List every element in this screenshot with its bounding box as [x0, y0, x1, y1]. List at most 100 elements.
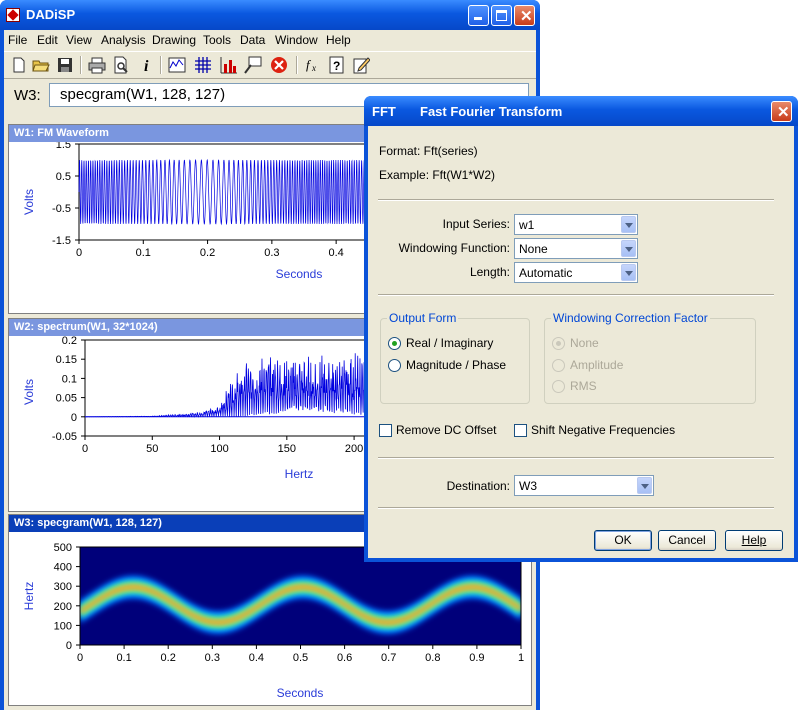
new-file-icon[interactable]	[10, 56, 28, 74]
menu-data[interactable]: Data	[240, 33, 265, 47]
w3-ytick-label: 400	[54, 562, 72, 574]
input-series-select[interactable]: w1	[514, 214, 638, 235]
chevron-down-icon[interactable]	[621, 240, 636, 257]
annotation-icon[interactable]	[244, 56, 262, 74]
w3-ytick-label: 300	[54, 581, 72, 593]
bar-chart-icon[interactable]	[220, 56, 238, 74]
radio-real-imaginary[interactable]	[388, 337, 401, 350]
menu-window[interactable]: Window	[275, 33, 318, 47]
print-preview-icon[interactable]	[112, 56, 130, 74]
cancel-button[interactable]: Cancel	[658, 530, 716, 551]
save-icon[interactable]	[56, 56, 74, 74]
w2-xtick-label: 150	[278, 443, 296, 455]
fft-dialog-titlebar[interactable]: FFT Fast Fourier Transform ✕	[364, 96, 798, 126]
w2-ytick-label: 0.15	[56, 354, 77, 366]
destination-select[interactable]: W3	[514, 475, 654, 496]
w2-xtick-label: 50	[146, 443, 158, 455]
toolbar: i fx ?	[4, 51, 536, 79]
divider	[378, 294, 774, 296]
length-select[interactable]: Automatic	[514, 262, 638, 283]
menu-view[interactable]: View	[66, 33, 92, 47]
example-text: Example: Fft(W1*W2)	[379, 168, 496, 182]
menubar: File Edit View Analysis Drawing Tools Da…	[4, 30, 536, 50]
shift-negative-checkbox[interactable]	[514, 424, 527, 437]
svg-text:x: x	[311, 63, 316, 73]
dialog-short-title: FFT	[372, 104, 396, 119]
help-icon[interactable]: ?	[328, 56, 346, 74]
w3-xtick-label: 0.6	[337, 652, 352, 664]
correction-amplitude-label[interactable]: Amplitude	[570, 358, 623, 372]
w2-xlabel: Hertz	[285, 467, 314, 481]
edit-document-icon[interactable]	[352, 56, 370, 74]
w3-ylabel: Hertz	[22, 582, 36, 611]
chevron-down-icon[interactable]	[637, 477, 652, 494]
correction-rms-label[interactable]: RMS	[570, 379, 597, 393]
real-imaginary-label[interactable]: Real / Imaginary	[406, 336, 493, 350]
menu-drawing[interactable]: Drawing	[152, 33, 196, 47]
w2-ytick-label: -0.05	[52, 431, 77, 443]
radio-correction-none[interactable]	[552, 337, 565, 350]
info-icon[interactable]: i	[138, 56, 156, 74]
w1-xtick-label: 0.1	[136, 247, 151, 259]
close-button[interactable]: ✕	[514, 5, 535, 26]
main-titlebar[interactable]: DADiSP ✕	[0, 0, 540, 30]
w2-xtick-label: 200	[345, 443, 363, 455]
w1-xtick-label: 0.2	[200, 247, 215, 259]
w3-xlabel: Seconds	[277, 686, 324, 700]
dadisp-logo-icon	[6, 8, 20, 22]
divider	[378, 507, 774, 509]
dialog-close-button[interactable]: ✕	[771, 101, 792, 122]
maximize-button[interactable]	[491, 5, 512, 26]
w3-xtick-label: 0	[77, 652, 83, 664]
plot-window-icon[interactable]	[168, 56, 186, 74]
w3-ytick-label: 0	[66, 640, 72, 652]
chevron-down-icon[interactable]	[621, 216, 636, 233]
grid-icon[interactable]	[194, 56, 212, 74]
divider	[378, 457, 774, 459]
remove-dc-checkbox[interactable]	[379, 424, 392, 437]
radio-correction-amplitude[interactable]	[552, 359, 565, 372]
w3-ytick-label: 100	[54, 620, 72, 632]
print-icon[interactable]	[88, 56, 106, 74]
w3-xtick-label: 0.1	[116, 652, 131, 664]
windowing-function-select[interactable]: None	[514, 238, 638, 259]
minimize-button[interactable]	[468, 5, 489, 26]
w3-ytick-label: 200	[54, 601, 72, 613]
shift-negative-label[interactable]: Shift Negative Frequencies	[531, 423, 675, 437]
w2-ytick-label: 0.05	[56, 393, 77, 405]
open-folder-icon[interactable]	[32, 56, 50, 74]
w1-ytick-label: 1.5	[56, 142, 71, 151]
correction-factor-label: Windowing Correction Factor	[551, 311, 710, 325]
w2-xtick-label: 0	[82, 443, 88, 455]
w3-xtick-label: 0.8	[425, 652, 440, 664]
menu-edit[interactable]: Edit	[37, 33, 58, 47]
w2-ylabel: Volts	[22, 379, 36, 405]
command-label: W3:	[14, 87, 41, 104]
w1-ytick-label: 0.5	[56, 171, 71, 183]
menu-analysis[interactable]: Analysis	[101, 33, 146, 47]
correction-none-label[interactable]: None	[570, 336, 599, 350]
w3-xtick-label: 0.7	[381, 652, 396, 664]
destination-value: W3	[519, 479, 537, 493]
menu-tools[interactable]: Tools	[203, 33, 231, 47]
radio-correction-rms[interactable]	[552, 380, 565, 393]
radio-magnitude-phase[interactable]	[388, 359, 401, 372]
ok-button[interactable]: OK	[594, 530, 652, 551]
help-button[interactable]: Help	[725, 530, 783, 551]
remove-dc-label[interactable]: Remove DC Offset	[396, 423, 496, 437]
w2-ytick-label: 0.1	[62, 373, 77, 385]
destination-label: Destination:	[446, 479, 510, 493]
stop-icon[interactable]	[270, 56, 288, 74]
menu-file[interactable]: File	[8, 33, 27, 47]
w1-xtick-label: 0.3	[264, 247, 279, 259]
toolbar-separator	[160, 56, 162, 74]
w1-ytick-label: -0.5	[52, 203, 71, 215]
w1-xtick-label: 0	[76, 247, 82, 259]
length-value: Automatic	[519, 266, 573, 280]
svg-text:?: ?	[333, 59, 340, 73]
svg-text:i: i	[144, 58, 149, 74]
menu-help[interactable]: Help	[326, 33, 351, 47]
magnitude-phase-label[interactable]: Magnitude / Phase	[406, 358, 506, 372]
function-icon[interactable]: fx	[304, 56, 322, 74]
chevron-down-icon[interactable]	[621, 264, 636, 281]
